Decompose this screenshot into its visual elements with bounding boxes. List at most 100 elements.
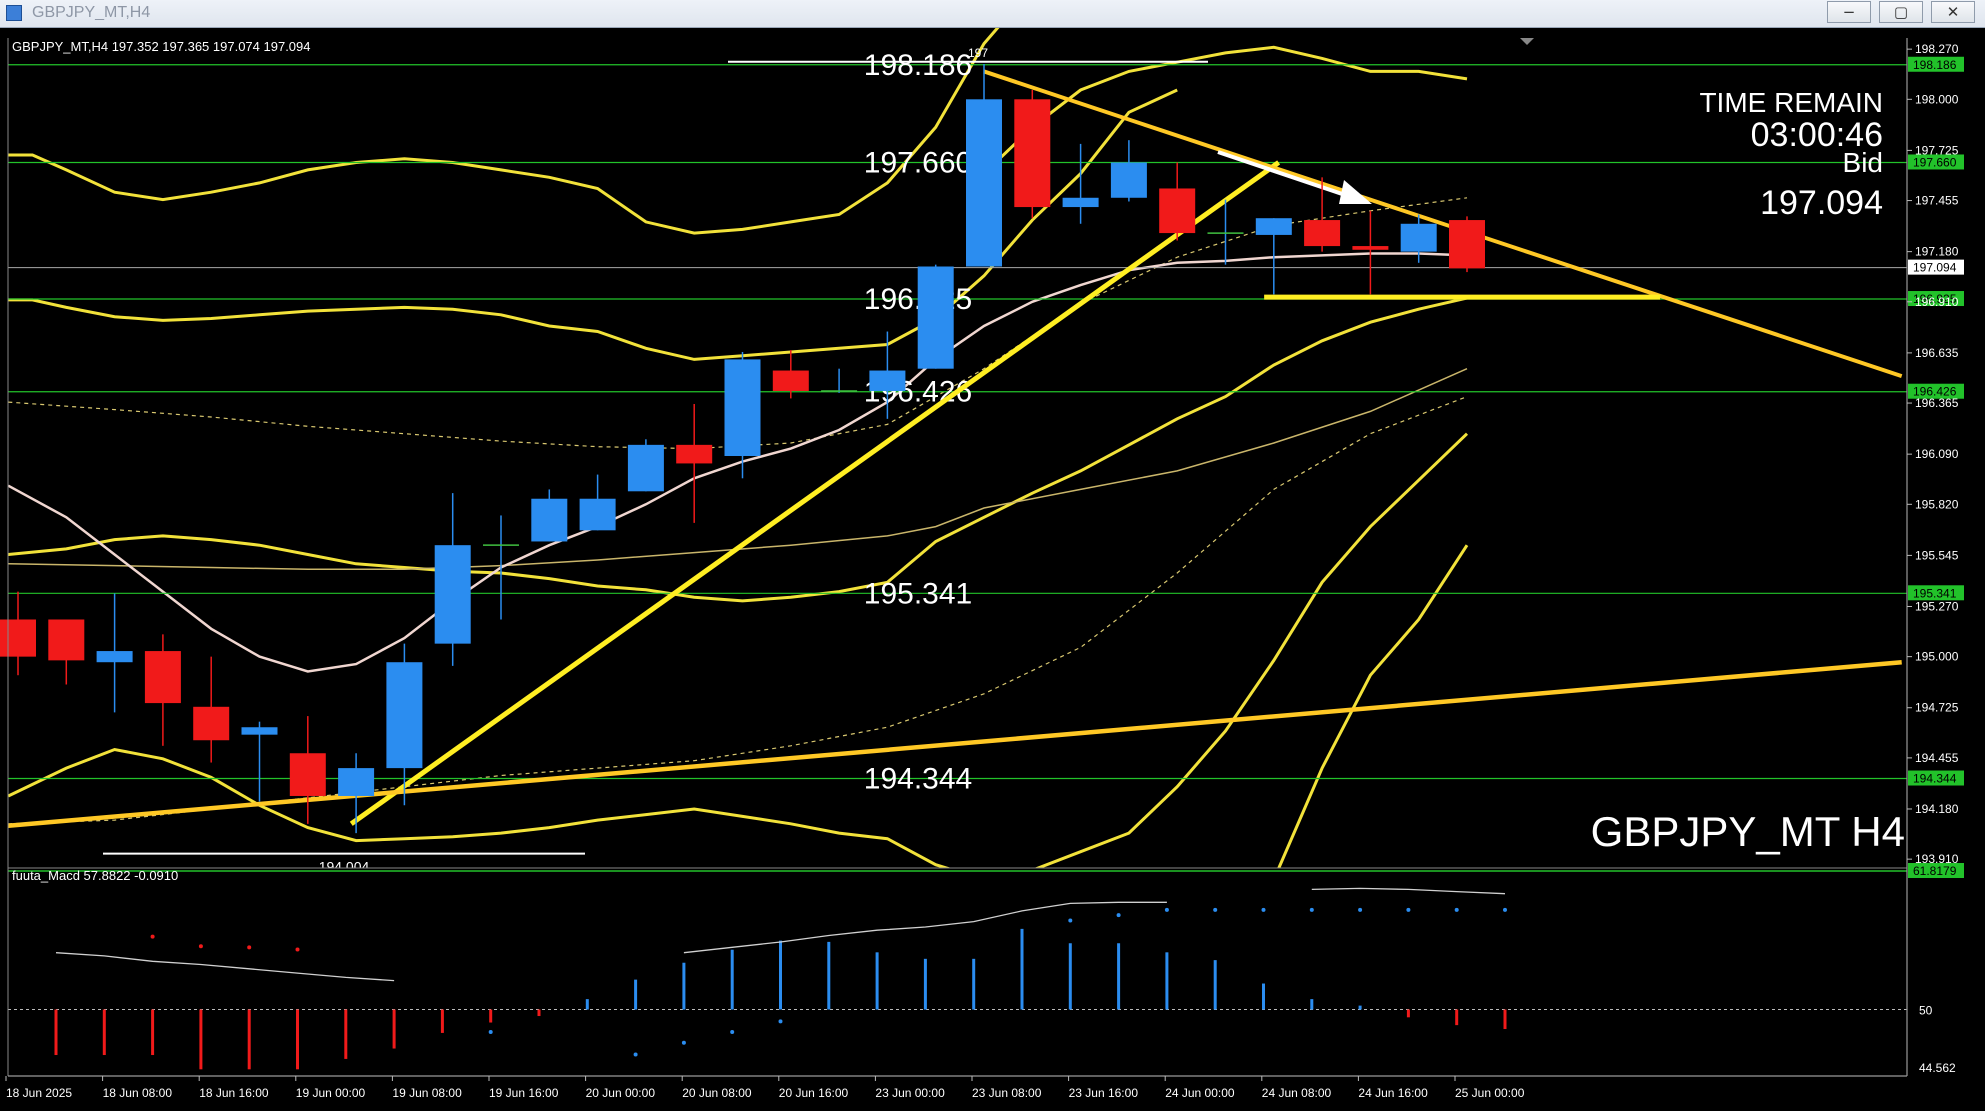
macd-dot (488, 1030, 493, 1035)
macd-dot (1261, 907, 1266, 912)
candle-body (772, 370, 809, 391)
macd-signal-dot (247, 945, 252, 950)
price-tick-label: 195.270 (1915, 599, 1959, 613)
price-tick-label: 198.270 (1915, 42, 1959, 56)
terminal-window: GBPJPY_MT,H4 − ▢ ✕ 198.186 198.186 197.660… (0, 0, 1985, 1111)
bid-value: 197.094 (1760, 184, 1883, 222)
macd-dot (1116, 913, 1121, 918)
macd-dot (730, 1030, 735, 1035)
level-label: 198.186 (864, 49, 972, 82)
time-tick-label: 23 Jun 16:00 (1069, 1086, 1139, 1100)
price-tick-label: 193.910 (1915, 852, 1959, 866)
candle-body (869, 370, 906, 391)
maximize-button[interactable]: ▢ (1879, 1, 1923, 23)
candle-body (1352, 246, 1389, 250)
candle-body (241, 727, 278, 735)
macd-dot (778, 1019, 783, 1024)
candle-body (338, 768, 375, 796)
time-tick-label: 23 Jun 08:00 (972, 1086, 1042, 1100)
time-tick-label: 18 Jun 16:00 (199, 1086, 269, 1100)
macd-signal-dot (150, 934, 155, 939)
candle-body (144, 651, 181, 704)
price-tick-label: 198.000 (1915, 92, 1959, 106)
candle-body (96, 651, 133, 663)
candle-body (531, 498, 568, 542)
time-tick-label: 24 Jun 08:00 (1262, 1086, 1332, 1100)
level-tag-text: 198.186 (1913, 58, 1957, 72)
level-label: 194.344 (864, 763, 972, 796)
macd-dot (633, 1052, 638, 1057)
candle-body (579, 498, 616, 531)
macd-dot (681, 1040, 686, 1045)
level-label: 197.660 (864, 146, 972, 179)
macd-dot (1406, 907, 1411, 912)
candle-body (289, 753, 326, 796)
macd-dot (1309, 907, 1314, 912)
price-tick-label: 196.090 (1915, 447, 1959, 461)
time-tick-label: 18 Jun 08:00 (103, 1086, 173, 1100)
macd-dot (1068, 918, 1073, 923)
macd-background (8, 868, 1907, 1076)
macd-signal-dot (295, 947, 300, 952)
macd-axis-label: 44.562 (1919, 1061, 1956, 1075)
level-label: 195.341 (864, 577, 972, 610)
time-tick-label: 18 Jun 2025 (6, 1086, 72, 1100)
symbol-info: GBPJPY_MT,H4 197.352 197.365 197.074 197… (12, 39, 311, 54)
time-tick-label: 20 Jun 08:00 (682, 1086, 752, 1100)
price-tick-label: 196.910 (1915, 295, 1959, 309)
time-tick-label: 19 Jun 08:00 (392, 1086, 462, 1100)
bid-tag-text: 197.094 (1913, 261, 1957, 275)
candle-body (917, 266, 954, 369)
candle-body (1400, 223, 1437, 252)
candle-body (48, 619, 85, 661)
time-tick-label: 19 Jun 00:00 (296, 1086, 366, 1100)
macd-dot (1164, 907, 1169, 912)
macd-dot (1213, 907, 1218, 912)
price-tick-label: 197.455 (1915, 194, 1959, 208)
price-chart[interactable]: 198.186198.186197.660197.660196.925196.9… (0, 28, 1985, 1111)
candle-body (966, 99, 1002, 267)
symbol-watermark: GBPJPY_MT H4 (1591, 808, 1905, 855)
price-tick-label: 197.180 (1915, 245, 1959, 259)
candle-body (676, 444, 713, 464)
candle-body (193, 706, 230, 741)
candle-body (1110, 162, 1147, 198)
macd-signal-dot (198, 944, 203, 949)
time-tick-label: 20 Jun 00:00 (586, 1086, 656, 1100)
title-bar: GBPJPY_MT,H4 − ▢ ✕ (0, 0, 1985, 28)
candle-body (724, 359, 761, 457)
time-tick-label: 23 Jun 00:00 (875, 1086, 945, 1100)
candle-body (1304, 220, 1341, 247)
window-title: GBPJPY_MT,H4 (32, 4, 151, 21)
time-tick-label: 19 Jun 16:00 (489, 1086, 559, 1100)
minimize-button[interactable]: − (1827, 1, 1871, 23)
time-tick-label: 25 Jun 00:00 (1455, 1086, 1525, 1100)
time-tick-label: 24 Jun 00:00 (1165, 1086, 1235, 1100)
macd-dot (1454, 907, 1459, 912)
time-tick-label: 20 Jun 16:00 (779, 1086, 849, 1100)
level-tag-text: 197.660 (1913, 155, 1957, 169)
candle-body (386, 662, 423, 769)
price-tick-label: 195.820 (1915, 497, 1959, 511)
candle-body (0, 619, 36, 657)
level-tag-text: 194.344 (1913, 772, 1957, 786)
candle-body (1449, 220, 1485, 269)
price-tick-label: 197.725 (1915, 143, 1959, 157)
time-tick-label: 24 Jun 16:00 (1358, 1086, 1428, 1100)
candle-body (627, 444, 664, 492)
high-label: 197 (968, 46, 988, 60)
candle-body (1014, 99, 1051, 208)
price-tick-label: 196.365 (1915, 396, 1959, 410)
price-tick-label: 194.725 (1915, 701, 1959, 715)
candle-body (1255, 218, 1292, 235)
close-button[interactable]: ✕ (1931, 1, 1975, 23)
macd-dot (1358, 907, 1363, 912)
macd-axis-label: 50 (1919, 1004, 1933, 1018)
price-tick-label: 194.180 (1915, 802, 1959, 816)
macd-indicator: 61.81795044.562 (8, 863, 1964, 1076)
bid-label: Bid (1843, 147, 1883, 178)
candle-body (1159, 188, 1196, 234)
candle-body (434, 545, 471, 644)
price-tick-label: 195.000 (1915, 650, 1959, 664)
price-tick-label: 196.635 (1915, 346, 1959, 360)
